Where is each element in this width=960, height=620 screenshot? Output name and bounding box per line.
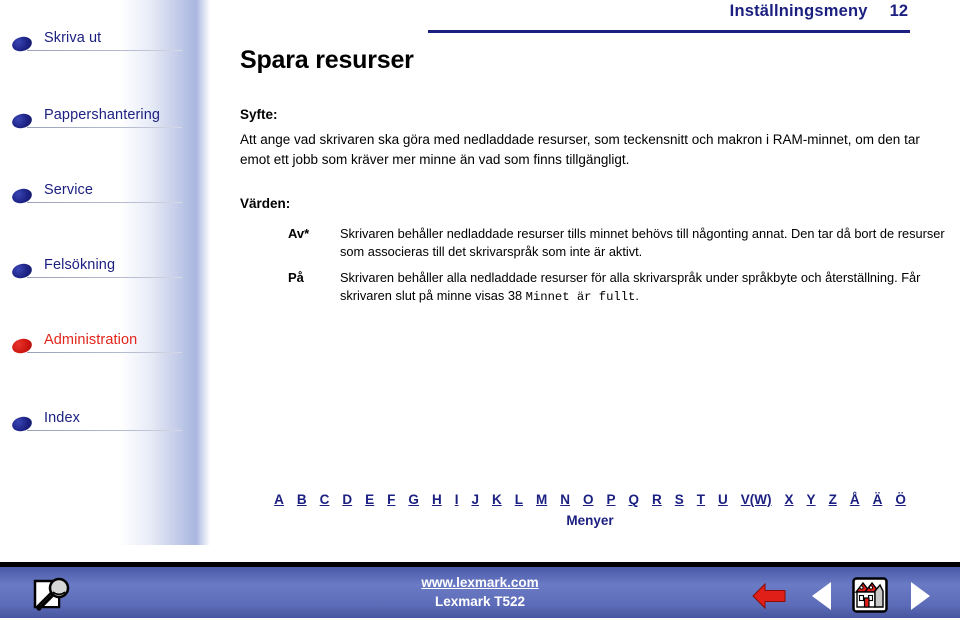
alpha-link-e[interactable]: E xyxy=(365,492,374,507)
sidebar-item-rule xyxy=(27,202,182,203)
header-divider xyxy=(428,30,910,33)
main-content: Spara resurser Syfte: Att ange vad skriv… xyxy=(240,46,950,314)
alpha-link-h[interactable]: H xyxy=(432,492,442,507)
alphabet-index: A B C D E F G H I J K L M N O P Q R S T U V(W) X Y Z Å Ä Ö xyxy=(250,491,930,509)
sidebar-item-rule xyxy=(27,277,182,278)
search-icon[interactable] xyxy=(32,577,72,615)
alpha-link-n[interactable]: N xyxy=(560,492,570,507)
alpha-link-k[interactable]: K xyxy=(492,492,502,507)
sidebar-item-rule xyxy=(27,352,182,353)
menus-link[interactable]: Menyer xyxy=(250,513,930,528)
value-row: På Skrivaren behåller alla nedladdade re… xyxy=(240,269,950,306)
alpha-link-i[interactable]: I xyxy=(455,492,459,507)
alpha-link-adiaeresis[interactable]: Ä xyxy=(873,492,883,507)
printer-model-label: Lexmark T522 xyxy=(434,594,526,609)
alpha-link-o[interactable]: O xyxy=(583,492,594,507)
lexmark-website-link[interactable]: www.lexmark.com xyxy=(421,575,538,590)
alpha-link-odiaeresis[interactable]: Ö xyxy=(895,492,906,507)
alpha-link-j[interactable]: J xyxy=(471,492,479,507)
sidebar-item-label: Service xyxy=(44,182,94,198)
value-key: På xyxy=(288,270,304,285)
sidebar-item-rule xyxy=(27,127,182,128)
sidebar-item-label: Administration xyxy=(44,332,138,348)
alpha-link-m[interactable]: M xyxy=(536,492,547,507)
alpha-link-q[interactable]: Q xyxy=(629,492,640,507)
alpha-link-u[interactable]: U xyxy=(718,492,728,507)
sidebar-item-pappershantering[interactable]: Pappershantering xyxy=(0,105,200,135)
next-page-icon[interactable] xyxy=(908,581,932,611)
alpha-link-g[interactable]: G xyxy=(408,492,419,507)
alpha-link-t[interactable]: T xyxy=(697,492,705,507)
value-key: Av* xyxy=(288,226,310,241)
sidebar-item-rule xyxy=(27,50,182,51)
value-description: Skrivaren behåller alla nedladdade resur… xyxy=(340,269,950,306)
purpose-section: Syfte: Att ange vad skrivaren ska göra m… xyxy=(240,107,950,170)
back-arrow-icon[interactable] xyxy=(752,582,786,610)
purpose-text: Att ange vad skrivaren ska göra med nedl… xyxy=(240,132,920,167)
alpha-link-a[interactable]: A xyxy=(274,492,284,507)
sidebar-item-rule xyxy=(27,430,182,431)
alpha-link-vw[interactable]: V(W) xyxy=(741,492,772,507)
sidebar-item-label: Felsökning xyxy=(44,257,116,273)
alpha-link-r[interactable]: R xyxy=(652,492,662,507)
page-header: Inställningsmeny 12 xyxy=(730,2,908,21)
value-message-code: Minnet är fullt xyxy=(525,290,636,304)
alpha-link-s[interactable]: S xyxy=(675,492,684,507)
alpha-link-d[interactable]: D xyxy=(342,492,352,507)
alpha-link-c[interactable]: C xyxy=(320,492,330,507)
page-number: 12 xyxy=(889,2,908,20)
header-section-title: Inställningsmeny xyxy=(729,2,868,20)
value-description-text: Skrivaren behåller nedladdade resurser t… xyxy=(340,226,945,259)
alpha-link-l[interactable]: L xyxy=(515,492,523,507)
sidebar-item-label: Index xyxy=(44,410,80,426)
purpose-heading: Syfte: xyxy=(240,107,278,122)
sidebar-item-felsokning[interactable]: Felsökning xyxy=(0,255,200,285)
alpha-link-b[interactable]: B xyxy=(297,492,307,507)
sidebar-item-administration[interactable]: Administration xyxy=(0,330,200,360)
footer-bar: www.lexmark.com Lexmark T522 xyxy=(0,562,960,618)
alpha-link-z[interactable]: Z xyxy=(829,492,837,507)
page-title: Spara resurser xyxy=(240,46,414,74)
value-description-suffix: . xyxy=(635,288,639,303)
previous-page-icon[interactable] xyxy=(810,581,834,611)
value-row: Av* Skrivaren behåller nedladdade resurs… xyxy=(240,225,950,261)
sidebar-item-service[interactable]: Service xyxy=(0,180,200,210)
sidebar-navigation: Skriva ut Pappershantering Service Felsö… xyxy=(0,0,210,545)
home-icon[interactable] xyxy=(852,577,888,613)
sidebar-item-label: Skriva ut xyxy=(44,30,102,46)
values-heading: Värden: xyxy=(240,196,291,211)
sidebar-item-skriva-ut[interactable]: Skriva ut xyxy=(0,28,200,58)
sidebar-item-label: Pappershantering xyxy=(44,107,161,123)
alpha-link-x[interactable]: X xyxy=(785,492,794,507)
alpha-link-aring[interactable]: Å xyxy=(850,492,860,507)
value-description: Skrivaren behåller nedladdade resurser t… xyxy=(340,225,950,261)
sidebar-item-index[interactable]: Index xyxy=(0,408,200,438)
alpha-link-f[interactable]: F xyxy=(387,492,395,507)
alpha-link-y[interactable]: Y xyxy=(807,492,816,507)
alpha-link-p[interactable]: P xyxy=(606,492,615,507)
